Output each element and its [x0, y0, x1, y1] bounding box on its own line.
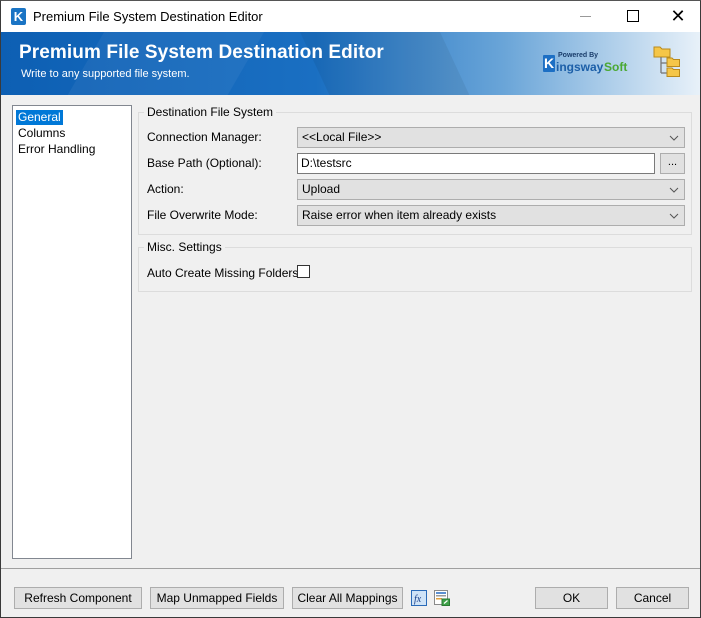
connection-manager-value: <<Local File>> [302, 130, 382, 144]
cancel-button[interactable]: Cancel [616, 587, 689, 609]
logo-word-soft: Soft [604, 60, 628, 74]
expression-fx-button[interactable]: fx [411, 590, 427, 606]
table-export-icon [434, 590, 450, 606]
logo-word-kingsway: ingsway [556, 60, 604, 74]
fx-icon: fx [411, 590, 427, 606]
nav-item-error-handling[interactable]: Error Handling [16, 142, 97, 157]
misc-group-title: Misc. Settings [144, 240, 225, 254]
browse-button[interactable]: ... [660, 153, 685, 174]
kingswaysoft-app-icon: K [11, 8, 26, 25]
folder-tree-icon [653, 46, 680, 77]
clear-all-mappings-button[interactable]: Clear All Mappings [292, 587, 403, 609]
auto-create-folders-label: Auto Create Missing Folders: [147, 266, 302, 280]
destination-group-title: Destination File System [144, 105, 277, 119]
base-path-input[interactable]: D:\testsrc [297, 153, 655, 174]
page-nav-list: General Columns Error Handling [12, 105, 132, 559]
connection-manager-label: Connection Manager: [147, 130, 262, 144]
nav-item-general[interactable]: General [16, 110, 63, 125]
svg-text:fx: fx [414, 594, 422, 605]
editor-window: K Premium File System Destination Editor… [0, 0, 701, 618]
map-unmapped-fields-button[interactable]: Map Unmapped Fields [150, 587, 284, 609]
action-select[interactable]: Upload [297, 179, 685, 200]
overwrite-mode-select[interactable]: Raise error when item already exists [297, 205, 685, 226]
banner-title: Premium File System Destination Editor [19, 42, 384, 63]
window-title: Premium File System Destination Editor [33, 9, 263, 24]
banner-subtitle: Write to any supported file system. [21, 68, 190, 80]
chevron-down-icon [669, 135, 679, 141]
chevron-down-icon [669, 213, 679, 219]
footer-divider [1, 568, 700, 569]
action-label: Action: [147, 182, 184, 196]
refresh-component-button[interactable]: Refresh Component [14, 587, 142, 609]
auto-create-folders-checkbox[interactable] [297, 265, 310, 278]
logo-k: K [543, 55, 555, 72]
minimize-button[interactable] [563, 1, 609, 32]
ok-button[interactable]: OK [535, 587, 608, 609]
base-path-label: Base Path (Optional): [147, 156, 262, 170]
close-icon: ✕ [670, 6, 686, 26]
export-mappings-button[interactable] [434, 590, 450, 606]
close-button[interactable]: ✕ [655, 1, 701, 32]
maximize-button[interactable] [609, 1, 655, 32]
base-path-value: D:\testsrc [301, 156, 352, 170]
nav-item-columns[interactable]: Columns [16, 126, 67, 141]
chevron-down-icon [669, 187, 679, 193]
connection-manager-select[interactable]: <<Local File>> [297, 127, 685, 148]
overwrite-mode-label: File Overwrite Mode: [147, 208, 258, 222]
overwrite-mode-value: Raise error when item already exists [302, 208, 497, 222]
title-bar: K Premium File System Destination Editor… [1, 1, 700, 32]
logo-powered-by: Powered By [558, 52, 599, 59]
action-value: Upload [302, 182, 341, 196]
header-banner: Premium File System Destination Editor W… [1, 32, 700, 95]
